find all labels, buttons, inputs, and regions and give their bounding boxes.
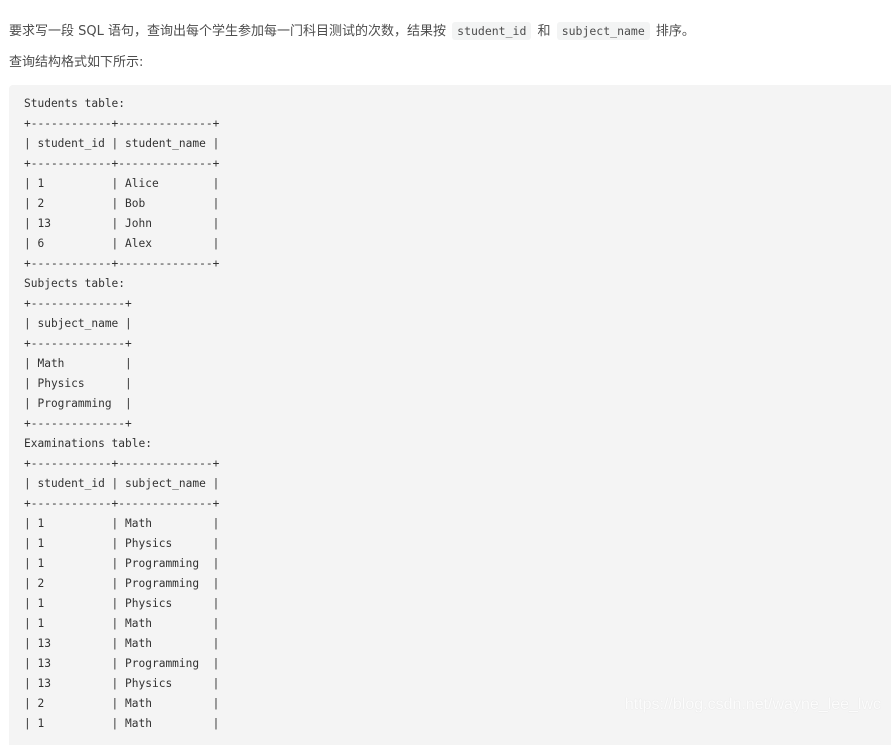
code-line: | student_id | student_name |: [24, 137, 220, 150]
code-line: | 1 | Alice |: [24, 177, 220, 190]
code-line: | 1 | Math |: [24, 717, 220, 730]
code-line: | 1 | Math |: [24, 617, 220, 630]
code-line: | 1 | Physics |: [24, 537, 220, 550]
code-line: | 13 | Physics |: [24, 677, 220, 690]
statement-text-after: 排序。: [655, 24, 695, 39]
code-line: Students table:: [24, 97, 126, 110]
code-line: +------------+--------------+: [24, 497, 220, 510]
code-line: | 13 | Math |: [24, 637, 220, 650]
code-line: | Physics |: [24, 377, 132, 390]
code-line: +--------------+: [24, 417, 132, 430]
code-line: +------------+--------------+: [24, 457, 220, 470]
code-line: +--------------+: [24, 297, 132, 310]
code-line: | 1 | Math |: [24, 517, 220, 530]
inline-code-student-id: student_id: [452, 22, 532, 40]
code-line: Subjects table:: [24, 277, 126, 290]
code-line: | 1 | Programming |: [24, 557, 220, 570]
code-line: | 6 | Alex |: [24, 237, 220, 250]
statement-text-between: 和: [537, 24, 551, 39]
code-line: | Programming |: [24, 397, 132, 410]
code-line: +--------------+: [24, 337, 132, 350]
problem-statement: 要求写一段 SQL 语句，查询出每个学生参加每一门科目测试的次数，结果按 stu…: [9, 20, 695, 43]
format-note: 查询结构格式如下所示:: [9, 55, 144, 70]
code-line: | Math |: [24, 357, 132, 370]
code-line: | 2 | Bob |: [24, 197, 220, 210]
code-block: Students table: +------------+----------…: [9, 85, 891, 745]
code-line: | 1 | Physics |: [24, 597, 220, 610]
code-line: | 2 | Programming |: [24, 577, 220, 590]
code-line: | 13 | Programming |: [24, 657, 220, 670]
code-line: | 13 | John |: [24, 217, 220, 230]
inline-code-subject-name: subject_name: [556, 22, 650, 40]
statement-text-before: 要求写一段 SQL 语句，查询出每个学生参加每一门科目测试的次数，结果按: [9, 24, 446, 39]
code-line: | student_id | subject_name |: [24, 477, 220, 490]
watermark: https://blog.csdn.net/wayne_lee_lwc: [624, 696, 881, 713]
code-line: +------------+--------------+: [24, 117, 220, 130]
code-line: +------------+--------------+: [24, 157, 220, 170]
code-line: Examinations table:: [24, 437, 152, 450]
code-line: | subject_name |: [24, 317, 132, 330]
code-line: +------------+--------------+: [24, 257, 220, 270]
